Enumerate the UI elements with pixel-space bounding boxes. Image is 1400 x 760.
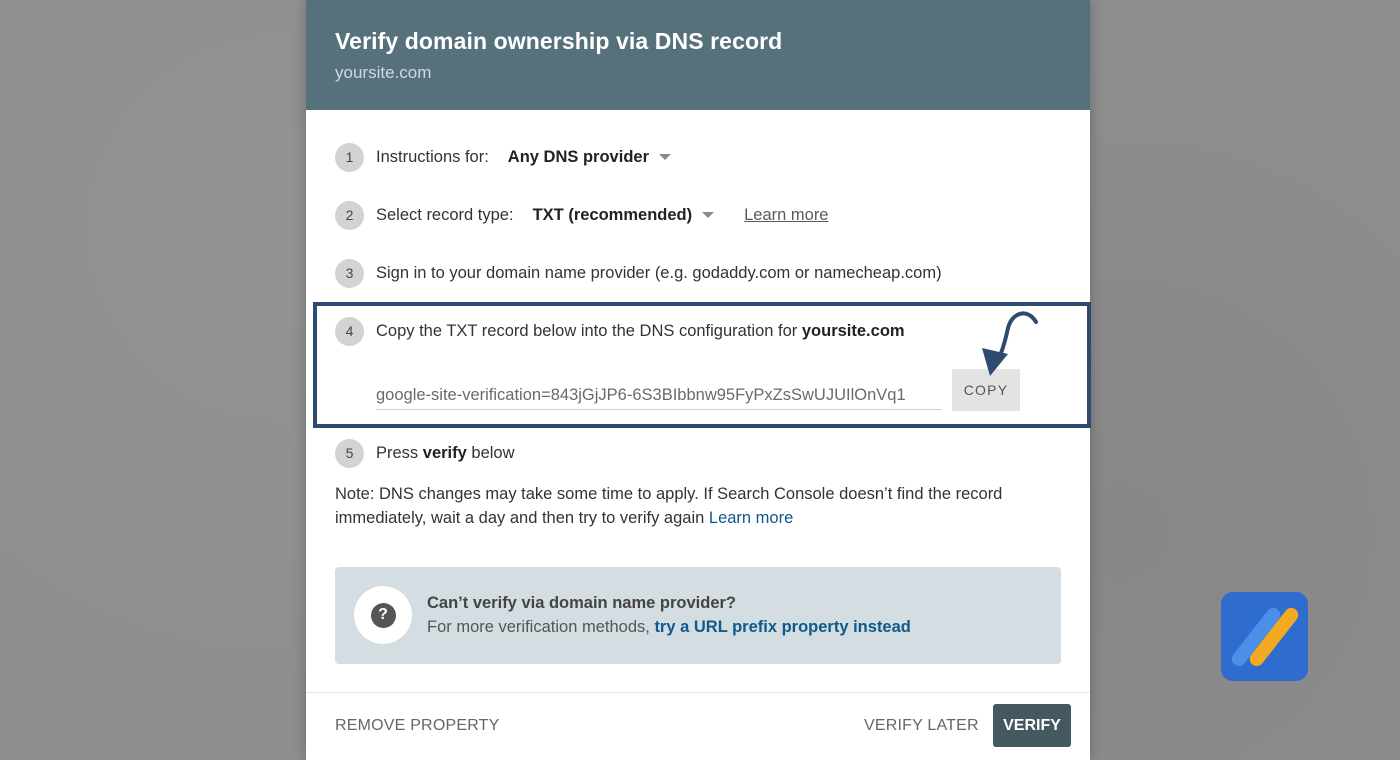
footer-divider: [306, 692, 1090, 693]
step-number: 5: [335, 438, 364, 468]
step-label: Press verify below: [376, 444, 515, 463]
step-label-prefix: Press: [376, 443, 419, 462]
question-mark-circle-icon: ?: [370, 602, 396, 628]
step-label: Copy the TXT record below into the DNS c…: [376, 322, 905, 341]
record-type-dropdown[interactable]: TXT (recommended): [533, 206, 693, 225]
verify-dialog: Verify domain ownership via DNS record y…: [306, 0, 1091, 760]
dialog-header: Verify domain ownership via DNS record y…: [306, 0, 1090, 110]
caret-down-icon[interactable]: [659, 154, 671, 160]
dialog-subtitle: yoursite.com: [335, 63, 432, 82]
dialog-title: Verify domain ownership via DNS record: [335, 28, 783, 54]
step-domain: yoursite.com: [801, 321, 905, 340]
note-learn-more-link[interactable]: Learn more: [709, 509, 793, 527]
app-logo-icon: [1221, 592, 1308, 681]
step-number: 2: [335, 200, 364, 230]
step-number: 4: [335, 316, 364, 346]
step-2: 2 Select record type: TXT (recommended) …: [335, 200, 829, 230]
alternative-verification-box: ? Can’t verify via domain name provider?…: [335, 567, 1061, 664]
step-number: 3: [335, 258, 364, 288]
note-body: Note: DNS changes may take some time to …: [335, 485, 1003, 527]
note-text: Note: DNS changes may take some time to …: [335, 482, 1035, 530]
step-label: Select record type:: [376, 205, 514, 224]
verify-later-button[interactable]: VERIFY LATER: [864, 704, 979, 747]
step-label: Instructions for:: [376, 147, 489, 166]
step-4: 4 Copy the TXT record below into the DNS…: [335, 316, 905, 346]
info-text-body: For more verification methods,: [427, 618, 650, 636]
info-title: Can’t verify via domain name provider?: [427, 594, 737, 612]
step-verify-word: verify: [422, 443, 467, 462]
verify-button[interactable]: VERIFY: [993, 704, 1071, 747]
curved-arrow-icon: [982, 311, 1038, 376]
help-icon-container: ?: [354, 586, 412, 644]
caret-down-icon[interactable]: [702, 212, 715, 218]
step-1: 1 Instructions for: Any DNS provider: [335, 142, 671, 172]
step-label-text: Copy the TXT record below into the DNS c…: [376, 321, 798, 340]
learn-more-link[interactable]: Learn more: [744, 206, 828, 225]
dns-provider-dropdown[interactable]: Any DNS provider: [508, 148, 649, 167]
step-number: 1: [335, 142, 364, 172]
remove-property-button[interactable]: REMOVE PROPERTY: [335, 704, 500, 747]
step-3: 3 Sign in to your domain name provider (…: [335, 258, 942, 288]
step-5: 5 Press verify below: [335, 438, 515, 468]
info-text: For more verification methods, try a URL…: [427, 618, 911, 637]
step-label-suffix: below: [471, 443, 515, 462]
url-prefix-link[interactable]: try a URL prefix property instead: [654, 618, 910, 636]
step-label: Sign in to your domain name provider (e.…: [376, 263, 942, 282]
txt-record-field[interactable]: google-site-verification=843jGjJP6-6S3BI…: [376, 386, 942, 410]
